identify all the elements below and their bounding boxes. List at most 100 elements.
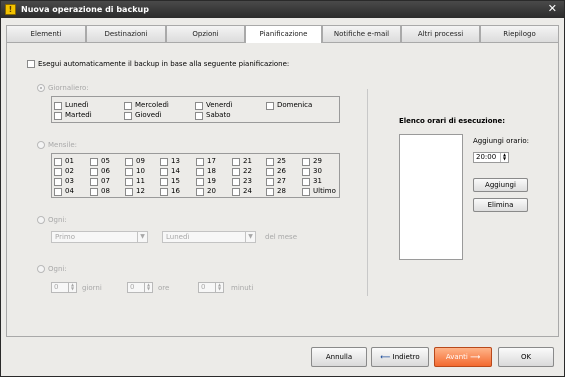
every-label: Ogni: xyxy=(48,216,67,224)
monthly-day-checkbox[interactable] xyxy=(196,178,204,186)
monthly-day-checkbox[interactable] xyxy=(160,178,168,186)
monthly-day-label: 31 xyxy=(313,177,322,185)
daily-day-checkbox[interactable] xyxy=(124,102,132,110)
daily-day-checkbox[interactable] xyxy=(195,102,203,110)
daily-day-checkbox[interactable] xyxy=(124,112,132,120)
monthly-day-checkbox[interactable] xyxy=(160,188,168,196)
monthly-day-checkbox[interactable] xyxy=(302,178,310,186)
daily-day-checkbox[interactable] xyxy=(266,102,274,110)
ok-button[interactable]: OK xyxy=(498,347,554,367)
monthly-day-checkbox[interactable] xyxy=(302,158,310,166)
tab-altri-processi[interactable]: Altri processi xyxy=(401,25,480,42)
monthly-day-checkbox[interactable] xyxy=(266,178,274,186)
time-spinner[interactable]: 20:00 ▲ ▼ xyxy=(473,152,509,163)
daily-day-label: Martedì xyxy=(65,111,92,119)
monthly-day-label: 23 xyxy=(243,177,252,185)
monthly-day-checkbox[interactable] xyxy=(160,168,168,176)
monthly-day-checkbox[interactable] xyxy=(160,158,168,166)
days-label: giorni xyxy=(82,284,102,292)
tab-riepilogo[interactable]: Riepilogo xyxy=(480,25,559,42)
spinner-arrows-icon: ▲ ▼ xyxy=(68,283,76,292)
monthly-day-label: 25 xyxy=(277,157,286,165)
monthly-day-checkbox[interactable] xyxy=(90,188,98,196)
add-time-label: Aggiungi orario: xyxy=(473,137,530,145)
monthly-day-checkbox[interactable] xyxy=(266,158,274,166)
cancel-button[interactable]: Annulla xyxy=(311,347,367,367)
monthly-day-checkbox[interactable] xyxy=(125,188,133,196)
monthly-day-label: 18 xyxy=(207,167,216,175)
monthly-day-checkbox[interactable] xyxy=(54,158,62,166)
daily-day-checkbox[interactable] xyxy=(54,112,62,120)
monthly-day-label: 13 xyxy=(171,157,180,165)
schedule-panel: Esegui automaticamente il backup in base… xyxy=(6,42,559,337)
next-button[interactable]: Avanti ⟶ xyxy=(434,347,492,367)
monthly-day-checkbox[interactable] xyxy=(54,178,62,186)
tab-bar: Elementi Destinazioni Opzioni Pianificaz… xyxy=(6,25,559,43)
monthly-day-checkbox[interactable] xyxy=(232,188,240,196)
daily-day-checkbox[interactable] xyxy=(195,112,203,120)
monthly-day-checkbox[interactable] xyxy=(302,168,310,176)
ordinal-value: Primo xyxy=(55,233,76,241)
daily-day-label: Venerdì xyxy=(206,101,233,109)
monthly-day-label: 12 xyxy=(136,187,145,195)
interval-radio[interactable] xyxy=(37,265,45,273)
daily-label: Giornaliero: xyxy=(48,84,89,92)
monthly-day-checkbox[interactable] xyxy=(90,178,98,186)
monthly-day-checkbox[interactable] xyxy=(232,178,240,186)
tab-elementi[interactable]: Elementi xyxy=(6,25,86,42)
monthly-day-checkbox[interactable] xyxy=(266,188,274,196)
tab-pianificazione[interactable]: Pianificazione xyxy=(245,25,322,43)
every-radio[interactable] xyxy=(37,216,45,224)
monthly-day-label: 22 xyxy=(243,167,252,175)
minutes-spinner[interactable]: 0 ▲ ▼ xyxy=(198,282,224,293)
daily-radio[interactable] xyxy=(37,84,45,92)
spinner-arrows-icon: ▲ ▼ xyxy=(215,283,223,292)
monthly-day-label: 04 xyxy=(65,187,74,195)
tab-notifiche[interactable]: Notifiche e-mail xyxy=(322,25,401,42)
hours-value: 0 xyxy=(130,283,135,291)
close-icon[interactable]: ✕ xyxy=(548,3,557,15)
daily-day-label: Sabato xyxy=(206,111,231,119)
monthly-day-label: 21 xyxy=(243,157,252,165)
monthly-day-checkbox[interactable] xyxy=(125,168,133,176)
monthly-day-label: 08 xyxy=(101,187,110,195)
monthly-day-checkbox[interactable] xyxy=(54,188,62,196)
chevron-down-icon: ▼ xyxy=(245,232,255,242)
monthly-day-label: 24 xyxy=(243,187,252,195)
monthly-day-checkbox[interactable] xyxy=(54,168,62,176)
tab-destinazioni[interactable]: Destinazioni xyxy=(86,25,166,42)
monthly-day-checkbox[interactable] xyxy=(196,168,204,176)
arrow-right-icon: ⟶ xyxy=(470,353,481,361)
monthly-radio[interactable] xyxy=(37,141,45,149)
monthly-day-checkbox[interactable] xyxy=(125,178,133,186)
monthly-day-checkbox[interactable] xyxy=(90,158,98,166)
monthly-day-checkbox[interactable] xyxy=(266,168,274,176)
monthly-day-label: 02 xyxy=(65,167,74,175)
daily-day-label: Mercoledì xyxy=(135,101,169,109)
hours-spinner[interactable]: 0 ▲ ▼ xyxy=(127,282,153,293)
monthly-day-checkbox[interactable] xyxy=(232,168,240,176)
spinner-arrows-icon: ▲ ▼ xyxy=(144,283,152,292)
monthly-day-checkbox[interactable] xyxy=(90,168,98,176)
monthly-day-checkbox[interactable] xyxy=(196,158,204,166)
monthly-day-checkbox[interactable] xyxy=(302,188,310,196)
remove-time-button[interactable]: Elimina xyxy=(473,198,528,212)
auto-schedule-checkbox[interactable] xyxy=(27,60,35,68)
vertical-divider xyxy=(367,89,368,296)
monthly-day-label: 11 xyxy=(136,177,145,185)
minutes-label: minuti xyxy=(231,284,254,292)
ordinal-select[interactable]: Primo ▼ xyxy=(51,231,148,243)
days-spinner[interactable]: 0 ▲ ▼ xyxy=(51,282,77,293)
monthly-day-checkbox[interactable] xyxy=(125,158,133,166)
monthly-day-checkbox[interactable] xyxy=(232,158,240,166)
arrow-left-icon: ⟵ xyxy=(380,353,391,361)
times-list[interactable] xyxy=(399,134,463,260)
tab-opzioni[interactable]: Opzioni xyxy=(166,25,245,42)
monthly-day-label: 16 xyxy=(171,187,180,195)
weekday-select[interactable]: Lunedì ▼ xyxy=(162,231,256,243)
monthly-day-label: 06 xyxy=(101,167,110,175)
add-time-button[interactable]: Aggiungi xyxy=(473,178,528,192)
monthly-day-checkbox[interactable] xyxy=(196,188,204,196)
back-button[interactable]: ⟵ Indietro xyxy=(371,347,429,367)
daily-day-checkbox[interactable] xyxy=(54,102,62,110)
